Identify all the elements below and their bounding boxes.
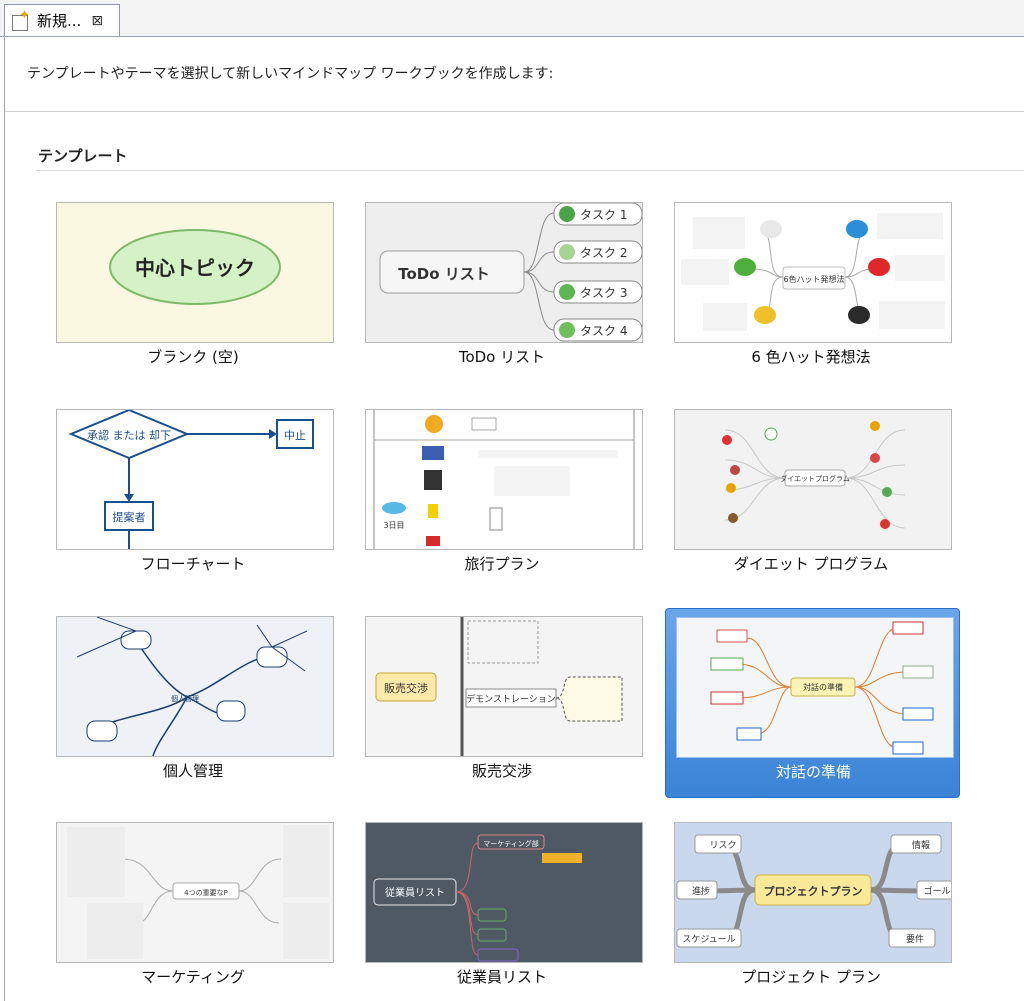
template-label: 対話の準備 (775, 763, 851, 781)
close-icon[interactable]: ⊠ (91, 13, 103, 29)
template-thumbnail: プロジェクトプラン リスク 情報 進捗 ゴール スケジュール 要件 (674, 822, 952, 963)
template-label: 個人管理 (162, 762, 223, 780)
template-card-marketing[interactable]: 4つの重要なP マーケティング (46, 814, 340, 1000)
template-label: ダイエット プログラム (733, 555, 889, 573)
svg-text:提案者: 提案者 (113, 510, 146, 524)
template-thumbnail: 販売交渉 デモンストレーション (365, 616, 643, 757)
svg-text:従業員リスト: 従業員リスト (385, 886, 445, 899)
template-label: フローチャート (140, 555, 246, 573)
template-thumbnail: 対話の準備 (676, 617, 954, 758)
svg-text:承認 または 却下: 承認 または 却下 (87, 428, 171, 442)
template-thumbnail: 承認 または 却下 中止 提案者 (56, 409, 334, 550)
template-card-diet[interactable]: ダイエットプログラム ダイエット プログラム (664, 401, 958, 587)
template-thumbnail: 個人管理 (56, 616, 334, 757)
template-card-dialogue[interactable]: 対話の準備 対話の準備 (665, 608, 960, 798)
thumb-central-topic: 中心トピック (135, 256, 255, 280)
svg-text:タスク 2: タスク 2 (580, 246, 627, 260)
template-thumbnail: 6色ハット発想法 (674, 202, 952, 343)
template-label: 従業員リスト (456, 968, 547, 986)
template-card-sales[interactable]: 販売交渉 デモンストレーション 販売交渉 (355, 608, 649, 794)
svg-text:進捗: 進捗 (692, 885, 710, 897)
svg-text:情報: 情報 (912, 839, 930, 851)
svg-text:ゴール: ゴール (923, 885, 950, 897)
template-label: 旅行プラン (464, 555, 540, 573)
svg-text:中止: 中止 (284, 429, 306, 442)
template-card-project[interactable]: プロジェクトプラン リスク 情報 進捗 ゴール スケジュール 要件 プロジェクト… (664, 814, 958, 1000)
template-card-todo[interactable]: ToDo リスト タスク 1 タスク 2 タスク 3 タスク 4 ToDo リス… (355, 194, 649, 380)
template-thumbnail: ダイエットプログラム (674, 409, 952, 550)
svg-text:要件: 要件 (906, 933, 924, 945)
thumb-todo-title: ToDo リスト (398, 265, 490, 283)
template-thumbnail: 中心トピック (56, 202, 334, 343)
svg-text:リスク: リスク (709, 840, 736, 851)
svg-text:3日目: 3日目 (383, 521, 404, 530)
template-card-six-hats[interactable]: 6色ハット発想法 6 色ハット発想法 (664, 194, 958, 380)
template-card-blank[interactable]: 中心トピック ブランク (空) (46, 194, 340, 380)
svg-text:6色ハット発想法: 6色ハット発想法 (783, 274, 844, 284)
svg-text:プロジェクトプラン: プロジェクトプラン (764, 884, 863, 898)
template-thumbnail: ToDo リスト タスク 1 タスク 2 タスク 3 タスク 4 (365, 202, 643, 343)
template-card-employees[interactable]: 従業員リスト マーケティング部 従業員リスト (355, 814, 649, 1000)
editor-tab-bar: ✦ 新規... ⊠ (0, 0, 1024, 37)
svg-text:タスク 3: タスク 3 (580, 286, 627, 300)
svg-text:販売交渉: 販売交渉 (384, 681, 428, 695)
svg-text:個人管理: 個人管理 (171, 694, 199, 703)
template-card-travel[interactable]: 3日目 旅行プラン (355, 401, 649, 587)
svg-text:スケジュール: スケジュール (682, 934, 735, 945)
svg-text:ダイエットプログラム: ダイエットプログラム (780, 474, 850, 483)
template-thumbnail: 従業員リスト マーケティング部 (365, 822, 643, 963)
template-thumbnail: 3日目 (365, 409, 643, 550)
svg-text:タスク 4: タスク 4 (580, 324, 627, 338)
tab-new[interactable]: ✦ 新規... ⊠ (4, 4, 120, 36)
tab-label: 新規... (37, 12, 82, 30)
section-divider (36, 170, 1024, 171)
template-label: ToDo リスト (458, 348, 546, 366)
template-label: プロジェクト プラン (741, 968, 881, 986)
template-thumbnail: 4つの重要なP (56, 822, 334, 963)
new-file-icon: ✦ (11, 8, 31, 31)
template-label: 6 色ハット発想法 (751, 348, 871, 366)
section-title: テンプレート (38, 147, 128, 165)
svg-text:マーケティング部: マーケティング部 (483, 839, 538, 848)
template-label: 販売交渉 (471, 762, 532, 780)
svg-text:デモンストレーション: デモンストレーション (466, 693, 556, 705)
template-card-personal[interactable]: 個人管理 個人管理 (46, 608, 340, 794)
template-card-flowchart[interactable]: 承認 または 却下 中止 提案者 フローチャート (46, 401, 340, 587)
header-description: テンプレートやテーマを選択して新しいマインドマップ ワークブックを作成します: (27, 66, 554, 82)
template-label: ブランク (空) (147, 348, 239, 366)
svg-text:タスク 1: タスク 1 (580, 208, 627, 222)
svg-text:4つの重要なP: 4つの重要なP (184, 889, 228, 897)
wizard-header: テンプレートやテーマを選択して新しいマインドマップ ワークブックを作成します: (5, 37, 1024, 112)
template-label: マーケティング (141, 968, 245, 986)
svg-text:対話の準備: 対話の準備 (803, 682, 843, 692)
